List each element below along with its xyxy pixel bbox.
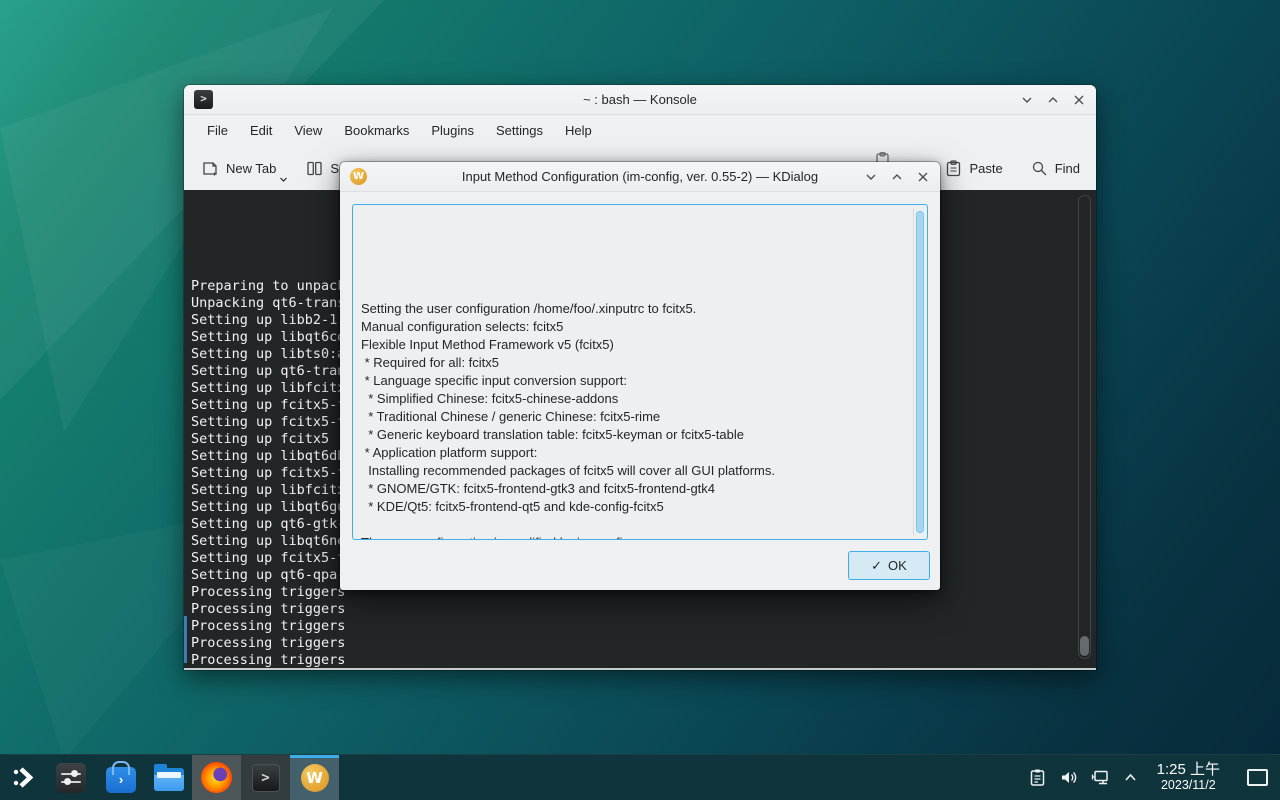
terminal-output-line: Processing triggers — [191, 618, 1096, 635]
app-launcher-icon — [11, 764, 38, 791]
kdialog-titlebar[interactable]: W Input Method Configuration (im-config,… — [340, 162, 940, 192]
terminal-output-line: Processing triggers — [191, 652, 1096, 668]
dialog-message-line: * KDE/Qt5: fcitx5-frontend-qt5 and kde-c… — [361, 498, 903, 516]
minimize-icon[interactable] — [1020, 93, 1034, 107]
konsole-icon: > — [252, 764, 280, 792]
discover-icon: › — [106, 767, 136, 793]
firefox-icon — [201, 762, 232, 793]
new-output-indicator — [184, 616, 187, 663]
dialog-message-line: * Application platform support: — [361, 444, 903, 462]
menu-item[interactable]: View — [283, 123, 333, 138]
system-settings-button[interactable] — [46, 755, 96, 800]
window-bottom-edge — [184, 668, 1096, 670]
dialog-message-line: The user configuration is modified by im… — [361, 534, 903, 540]
minimize-icon[interactable] — [864, 170, 878, 184]
menu-item[interactable]: Bookmarks — [333, 123, 420, 138]
maximize-icon[interactable] — [890, 170, 904, 184]
konsole-app-icon: > — [194, 90, 213, 109]
checkmark-icon: ✓ — [871, 558, 882, 574]
terminal-output-line: Processing triggers — [191, 601, 1096, 618]
dialog-message-line: Flexible Input Method Framework v5 (fcit… — [361, 336, 903, 354]
dialog-message-line: * Required for all: fcitx5 — [361, 354, 903, 372]
tray-expand-chevron-icon[interactable] — [1120, 767, 1142, 789]
clock-date: 2023/11/2 — [1157, 779, 1220, 793]
terminal-scrollbar[interactable] — [1078, 195, 1091, 659]
taskbar: › > W 1:25 上午 — [0, 754, 1280, 800]
terminal-output-line: Processing triggers — [191, 635, 1096, 652]
dialog-message-box[interactable]: Setting the user configuration /home/foo… — [352, 204, 928, 540]
paste-button[interactable]: Paste — [945, 160, 1002, 177]
dialog-message-line: * Language specific input conversion sup… — [361, 372, 903, 390]
maximize-icon[interactable] — [1046, 93, 1060, 107]
ok-button[interactable]: ✓ OK — [848, 551, 930, 580]
dialog-message-line: * GNOME/GTK: fcitx5-frontend-gtk3 and fc… — [361, 480, 903, 498]
konsole-titlebar[interactable]: > ~ : bash — Konsole — [184, 85, 1096, 115]
terminal-scrollbar-thumb[interactable] — [1080, 636, 1089, 656]
clock-time: 1:25 上午 — [1157, 762, 1220, 779]
dialog-scrollbar-thumb[interactable] — [916, 211, 924, 533]
app-launcher-button[interactable] — [2, 755, 46, 800]
close-icon[interactable] — [916, 170, 930, 184]
clipboard-icon[interactable] — [1027, 767, 1049, 789]
discover-button[interactable]: › — [96, 755, 146, 800]
konsole-window-title: ~ : bash — Konsole — [583, 92, 697, 107]
dialog-message-line: * Simplified Chinese: fcitx5-chinese-add… — [361, 390, 903, 408]
system-settings-icon — [56, 763, 86, 793]
file-manager-button[interactable] — [146, 755, 192, 800]
folder-icon — [154, 768, 184, 791]
kdialog-icon: W — [301, 764, 329, 792]
chevron-down-icon[interactable] — [279, 175, 288, 184]
kdialog-window: W Input Method Configuration (im-config,… — [340, 162, 940, 590]
desktop-screen: > ~ : bash — Konsole FileEditViewBookmar… — [0, 0, 1280, 800]
task-konsole[interactable]: > — [241, 755, 290, 800]
dialog-message-line: * Traditional Chinese / generic Chinese:… — [361, 408, 903, 426]
network-icon[interactable] — [1089, 767, 1111, 789]
volume-icon[interactable] — [1058, 767, 1080, 789]
close-icon[interactable] — [1072, 93, 1086, 107]
menu-item[interactable]: Plugins — [420, 123, 485, 138]
dialog-message-line — [361, 516, 903, 534]
dialog-scrollbar[interactable] — [913, 208, 925, 536]
konsole-menubar: FileEditViewBookmarksPluginsSettingsHelp — [184, 115, 1096, 146]
show-desktop-button[interactable] — [1247, 769, 1268, 786]
menu-item[interactable]: Help — [554, 123, 603, 138]
task-firefox[interactable] — [192, 755, 241, 800]
kdialog-window-title: Input Method Configuration (im-config, v… — [462, 169, 818, 184]
system-tray: 1:25 上午 2023/11/2 — [1027, 762, 1272, 792]
task-kdialog-active[interactable]: W — [290, 755, 339, 800]
new-tab-button[interactable]: New Tab — [202, 160, 276, 177]
menu-item[interactable]: Edit — [239, 123, 283, 138]
kdialog-app-icon: W — [350, 168, 367, 185]
menu-item[interactable]: Settings — [485, 123, 554, 138]
menu-item[interactable]: File — [196, 123, 239, 138]
find-button[interactable]: Find — [1031, 160, 1080, 177]
dialog-message-line: Installing recommended packages of fcitx… — [361, 462, 903, 480]
dialog-message-line: Setting the user configuration /home/foo… — [361, 300, 903, 318]
dialog-message-line: * Generic keyboard translation table: fc… — [361, 426, 903, 444]
clock[interactable]: 1:25 上午 2023/11/2 — [1157, 762, 1220, 792]
dialog-message-line: Manual configuration selects: fcitx5 — [361, 318, 903, 336]
